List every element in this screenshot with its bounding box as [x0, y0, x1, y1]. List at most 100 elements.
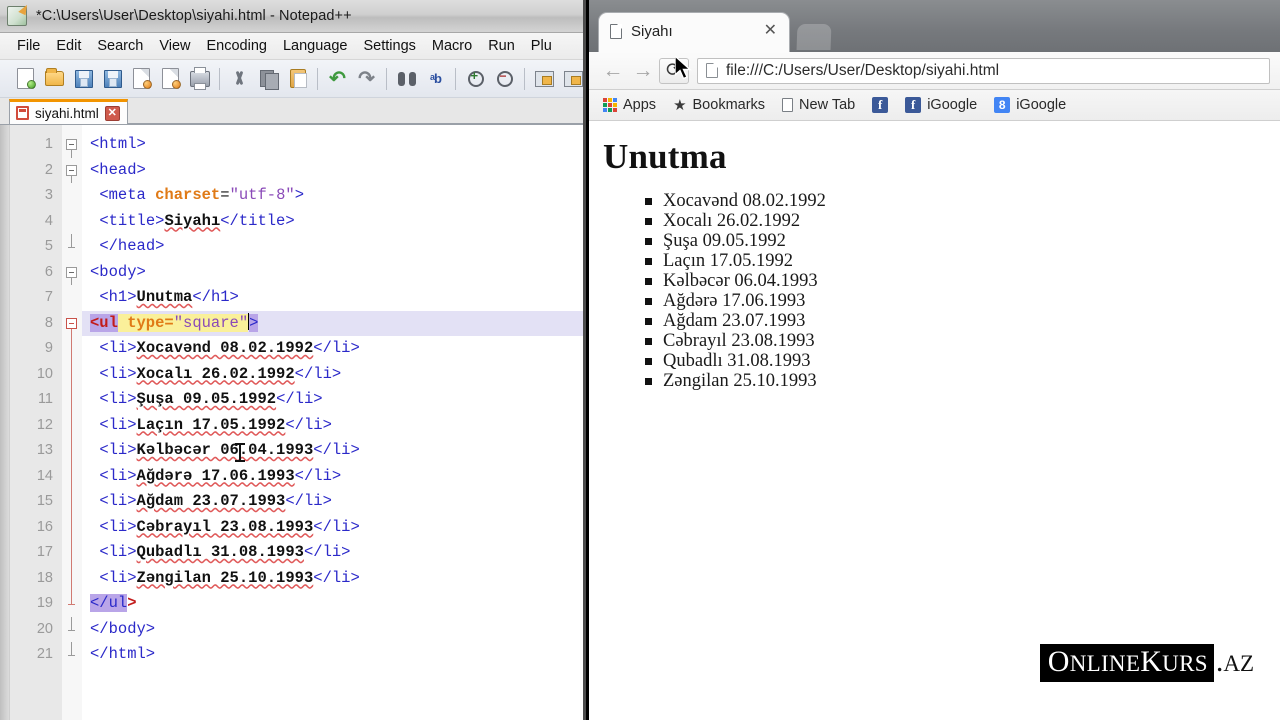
code-line[interactable]: <head> [82, 158, 583, 184]
save-all-icon[interactable] [99, 65, 126, 92]
fold-collapse-icon[interactable] [66, 266, 77, 278]
save-icon[interactable] [70, 65, 97, 92]
menu-item-edit[interactable]: Edit [48, 36, 89, 56]
fold-marker[interactable] [62, 616, 82, 643]
code-line[interactable]: </ul> [82, 591, 583, 617]
fold-marker[interactable] [62, 285, 82, 311]
menu-item-run[interactable]: Run [480, 36, 523, 56]
fold-marker[interactable] [62, 463, 82, 489]
paste-icon[interactable] [284, 65, 311, 92]
bookmark-new-tab[interactable]: New Tab [776, 95, 861, 115]
line-number: 13 [36, 442, 53, 458]
zoom-out-icon[interactable] [491, 65, 518, 92]
browser-tab-siyahi[interactable]: Siyahı ✕ [598, 12, 790, 52]
facebook-icon: f [905, 97, 922, 113]
menu-item-settings[interactable]: Settings [355, 36, 423, 56]
fold-marker[interactable] [62, 361, 82, 387]
print-icon[interactable] [186, 65, 213, 92]
fold-marker[interactable] [62, 336, 82, 362]
fold-marker[interactable] [62, 234, 82, 260]
close-file-icon[interactable] [128, 65, 155, 92]
code-line[interactable]: <li>Cəbrayıl 23.08.1993</li> [82, 515, 583, 541]
fold-collapse-icon[interactable] [66, 317, 77, 329]
code-line[interactable]: <li>Laçın 17.05.1992</li> [82, 413, 583, 439]
fold-marker[interactable] [62, 540, 82, 566]
code-line[interactable]: <li>Şuşa 09.05.1992</li> [82, 387, 583, 413]
redo-icon[interactable]: ↷ [353, 65, 380, 92]
menu-item-encoding[interactable]: Encoding [199, 36, 275, 56]
code-text-area[interactable]: <html> <head> <meta charset="utf-8"> <tit… [82, 125, 583, 720]
code-line[interactable]: <li>Xocavənd 08.02.1992</li> [82, 336, 583, 362]
fold-marker[interactable] [62, 260, 82, 285]
code-line[interactable]: <html> [82, 132, 583, 158]
fold-marker[interactable] [62, 412, 82, 438]
sync-view-icon[interactable] [531, 65, 558, 92]
menu-item-file[interactable]: File [9, 36, 48, 56]
close-icon[interactable]: ✕ [762, 23, 779, 39]
fold-marker[interactable] [62, 158, 82, 183]
fold-line [71, 642, 72, 655]
code-line[interactable]: <li>Ağdərə 17.06.1993</li> [82, 464, 583, 490]
close-all-files-icon[interactable] [157, 65, 184, 92]
code-folding-margin[interactable] [62, 125, 82, 720]
bookmark-igoogle[interactable]: 8 iGoogle [988, 95, 1072, 115]
code-line[interactable]: </html> [82, 642, 583, 668]
copy-icon[interactable] [255, 65, 282, 92]
code-line[interactable]: <li>Xocalı 26.02.1992</li> [82, 362, 583, 388]
code-line[interactable]: <title>Siyahı</title> [82, 209, 583, 235]
fold-marker[interactable] [62, 209, 82, 235]
zoom-in-icon[interactable] [462, 65, 489, 92]
notepad-editor[interactable]: 1 2 3 4 5 6 7 8 9 10 11 12 13 14 15 16 17 18 19 20 21 <html>… [0, 125, 583, 720]
fold-marker[interactable] [62, 489, 82, 515]
page-heading: Unutma [603, 137, 727, 176]
word-wrap-icon[interactable] [560, 65, 583, 92]
bookmark-bookmarks[interactable]: ★ Bookmarks [667, 95, 771, 115]
code-tag: </li> [313, 441, 360, 459]
code-plain [90, 492, 99, 510]
line-number: 8 [44, 314, 53, 331]
forward-button[interactable]: → [629, 57, 657, 85]
bookmark-igoogle[interactable]: f iGoogle [899, 95, 983, 115]
menu-item-language[interactable]: Language [275, 36, 356, 56]
code-line[interactable]: <body> [82, 260, 583, 286]
code-line[interactable]: <meta charset="utf-8"> [82, 183, 583, 209]
fold-marker[interactable] [62, 514, 82, 540]
menu-item-plu[interactable]: Plu [523, 36, 560, 56]
notepad-plus-plus-window: *C:\Users\User\Desktop\siyahi.html - Not… [0, 0, 586, 720]
code-line[interactable]: <ul type="square"> [82, 310, 583, 336]
code-line[interactable]: <h1>Unutma</h1> [82, 285, 583, 311]
new-tab-button[interactable] [796, 24, 832, 50]
code-line[interactable]: <li>Kəlbəcər 06.04.1993</li> [82, 438, 583, 464]
fold-marker[interactable] [62, 591, 82, 617]
code-line[interactable]: <li>Zəngilan 25.10.1993</li> [82, 566, 583, 592]
new-file-icon[interactable] [12, 65, 39, 92]
bookmark-apps[interactable]: Apps [597, 95, 662, 115]
fold-marker[interactable] [62, 387, 82, 413]
code-line[interactable]: <li>Qubadlı 31.08.1993</li> [82, 540, 583, 566]
close-icon[interactable]: ✕ [104, 105, 120, 121]
menu-item-macro[interactable]: Macro [424, 36, 480, 56]
cut-icon[interactable] [226, 65, 253, 92]
editor-tab-siyahi-html[interactable]: siyahi.html ✕ [9, 99, 128, 124]
replace-icon[interactable]: ᵃb [422, 65, 449, 92]
code-line[interactable]: </head> [82, 234, 583, 260]
open-file-icon[interactable] [41, 65, 68, 92]
fold-marker[interactable] [62, 642, 82, 668]
bookmark-facebook[interactable]: f [866, 95, 894, 115]
address-bar[interactable]: file:///C:/Users/User/Desktop/siyahi.htm… [697, 57, 1270, 84]
fold-marker[interactable] [62, 438, 82, 464]
fold-marker[interactable] [62, 311, 82, 336]
fold-marker[interactable] [62, 132, 82, 158]
code-line[interactable]: </body> [82, 617, 583, 643]
menu-item-view[interactable]: View [151, 36, 198, 56]
code-line[interactable]: <li>Ağdam 23.07.1993</li> [82, 489, 583, 515]
fold-collapse-icon[interactable] [66, 164, 77, 176]
undo-icon[interactable]: ↶ [324, 65, 351, 92]
find-icon[interactable] [393, 65, 420, 92]
fold-collapse-icon[interactable] [66, 139, 77, 150]
fold-marker[interactable] [62, 183, 82, 209]
code-plain [90, 212, 99, 230]
menu-item-search[interactable]: Search [89, 36, 151, 56]
back-button[interactable]: ← [599, 57, 627, 85]
fold-marker[interactable] [62, 565, 82, 591]
